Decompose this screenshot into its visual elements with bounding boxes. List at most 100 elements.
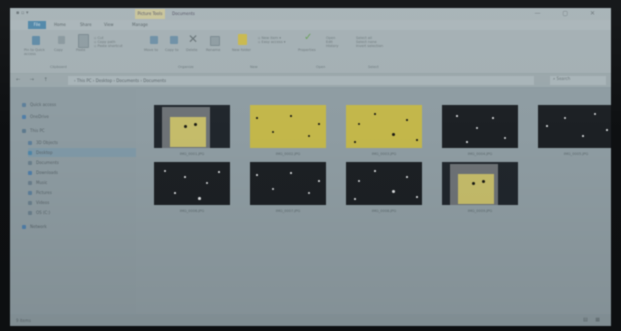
sidebar-item[interactable]: 3D Objects	[28, 138, 136, 147]
file-name[interactable]: IMG_0008.JPG	[339, 209, 429, 213]
file-name[interactable]: IMG_0005.JPG	[531, 152, 611, 156]
sidebar-item[interactable]: This PC	[22, 126, 130, 135]
search-icon: ⌕	[553, 76, 556, 81]
sidebar-item-label: Pictures	[36, 190, 52, 195]
sidebar-item[interactable]: Pictures	[28, 188, 136, 197]
paste-icon[interactable]	[78, 34, 89, 48]
picture-tools-tab[interactable]: Picture Tools	[135, 9, 165, 19]
tab-file[interactable]: File	[28, 21, 46, 29]
speck	[466, 141, 468, 143]
speck	[194, 123, 197, 126]
new-folder-icon[interactable]	[238, 34, 247, 45]
nav-buttons[interactable]: ← → ↑	[16, 77, 52, 83]
new-item-menu[interactable]: ▫ New item ▾ ▫ Easy access ▾	[258, 36, 294, 44]
speck	[206, 182, 208, 184]
speck	[594, 113, 596, 115]
sidebar-item[interactable]: Network	[22, 222, 130, 231]
sidebar-item[interactable]: Music	[28, 178, 136, 187]
file-name[interactable]: IMG_0003.JPG	[339, 152, 429, 156]
speck	[492, 117, 494, 119]
tab-manage[interactable]: Manage	[132, 21, 148, 29]
file-thumbnail[interactable]	[442, 162, 518, 205]
title-bar: ▪ ▫ ▾ Picture Tools Documents — ▢ ✕	[10, 8, 611, 20]
speck	[504, 137, 506, 139]
rename-icon[interactable]	[210, 36, 220, 46]
pin-icon[interactable]	[32, 36, 40, 45]
copy-button[interactable]: Copy	[54, 48, 63, 52]
group-open: Open	[316, 65, 326, 69]
folder-icon	[28, 181, 32, 185]
speck	[164, 170, 166, 172]
properties-icon[interactable]: ✓	[304, 32, 312, 43]
file-thumbnail[interactable]	[346, 105, 422, 148]
file-name[interactable]: IMG_0009.JPG	[435, 209, 525, 213]
tab-view[interactable]: View	[104, 21, 114, 29]
select-menu[interactable]: Select all Select none Invert selection	[356, 36, 400, 48]
history-button[interactable]: History	[326, 44, 338, 48]
new-folder-button[interactable]: New folder	[232, 48, 252, 52]
speck	[406, 119, 408, 121]
file-name[interactable]: IMG_0006.JPG	[147, 209, 237, 213]
window-controls[interactable]: — ▢ ✕	[534, 10, 605, 17]
folder-icon	[28, 171, 32, 175]
file-thumbnail[interactable]	[154, 162, 230, 205]
invert-selection-button[interactable]: Invert selection	[356, 44, 383, 48]
pin-button[interactable]: Pin to Quick access	[24, 48, 48, 56]
speck	[392, 133, 395, 136]
sidebar-item[interactable]: Desktop	[28, 148, 136, 157]
file-name[interactable]: IMG_0002.JPG	[243, 152, 333, 156]
properties-button[interactable]: Properties	[298, 48, 316, 52]
speck	[564, 117, 566, 119]
sidebar-item-label: 3D Objects	[36, 140, 59, 145]
open-menu[interactable]: Open Edit History	[326, 36, 354, 48]
tab-home[interactable]: Home	[54, 21, 66, 29]
status-bar: 9 items ▤ ▦	[10, 314, 611, 326]
speck	[416, 139, 418, 141]
copy-to-icon[interactable]	[170, 36, 178, 44]
rename-button[interactable]: Rename	[206, 48, 220, 52]
file-thumbnail[interactable]	[538, 105, 611, 148]
speck	[392, 190, 395, 193]
speck	[482, 180, 485, 183]
view-toggle-buttons[interactable]: ▤ ▦	[583, 317, 603, 323]
quick-access-toolbar[interactable]: ▪ ▫ ▾	[16, 10, 28, 16]
copy-icon[interactable]	[58, 36, 65, 44]
clipboard-extra[interactable]: ▫ Cut ▫ Copy path ▫ Paste shortcut	[94, 36, 128, 48]
navigation-pane: Quick access OneDrive This PC 3D Objects Des…	[10, 88, 136, 314]
speck	[184, 125, 187, 128]
ribbon-tabs: File Home Share View Manage	[10, 20, 611, 30]
folder-icon	[28, 191, 32, 195]
speck	[546, 125, 548, 127]
breadcrumb[interactable]: › This PC › Desktop › Documents › Docume…	[68, 76, 534, 85]
sidebar-item[interactable]: OneDrive	[22, 112, 130, 121]
file-name[interactable]: IMG_0001.JPG	[147, 152, 237, 156]
sidebar-item-label: Downloads	[36, 170, 58, 175]
search-input[interactable]: ⌕ Search	[550, 76, 606, 85]
move-to-button[interactable]: Move to	[144, 48, 158, 52]
sidebar-item[interactable]: OS (C:)	[28, 208, 136, 217]
paste-button[interactable]: Paste	[76, 48, 85, 52]
speck	[582, 135, 584, 137]
file-thumbnail[interactable]	[250, 162, 326, 205]
sidebar-item[interactable]: Videos	[28, 198, 136, 207]
sidebar-item[interactable]: Quick access	[22, 100, 130, 109]
delete-icon[interactable]: ✕	[188, 32, 198, 46]
sidebar-item[interactable]: Downloads	[28, 168, 136, 177]
copy-to-button[interactable]: Copy to	[165, 48, 179, 52]
file-thumbnail[interactable]	[154, 105, 230, 148]
file-name[interactable]: IMG_0004.JPG	[435, 152, 525, 156]
file-thumbnail[interactable]	[346, 162, 422, 205]
item-count: 9 items	[16, 318, 31, 323]
group-clipboard: Clipboard	[50, 65, 67, 69]
file-thumbnail[interactable]	[250, 105, 326, 148]
speck	[174, 192, 176, 194]
folder-icon	[28, 161, 32, 165]
tab-share[interactable]: Share	[80, 21, 92, 29]
sidebar-item[interactable]: Documents	[28, 158, 136, 167]
folder-icon	[22, 103, 26, 107]
file-name[interactable]: IMG_0007.JPG	[243, 209, 333, 213]
delete-button[interactable]: Delete	[186, 48, 198, 52]
speck	[272, 131, 274, 133]
move-to-icon[interactable]	[150, 36, 158, 44]
file-thumbnail[interactable]	[442, 105, 518, 148]
